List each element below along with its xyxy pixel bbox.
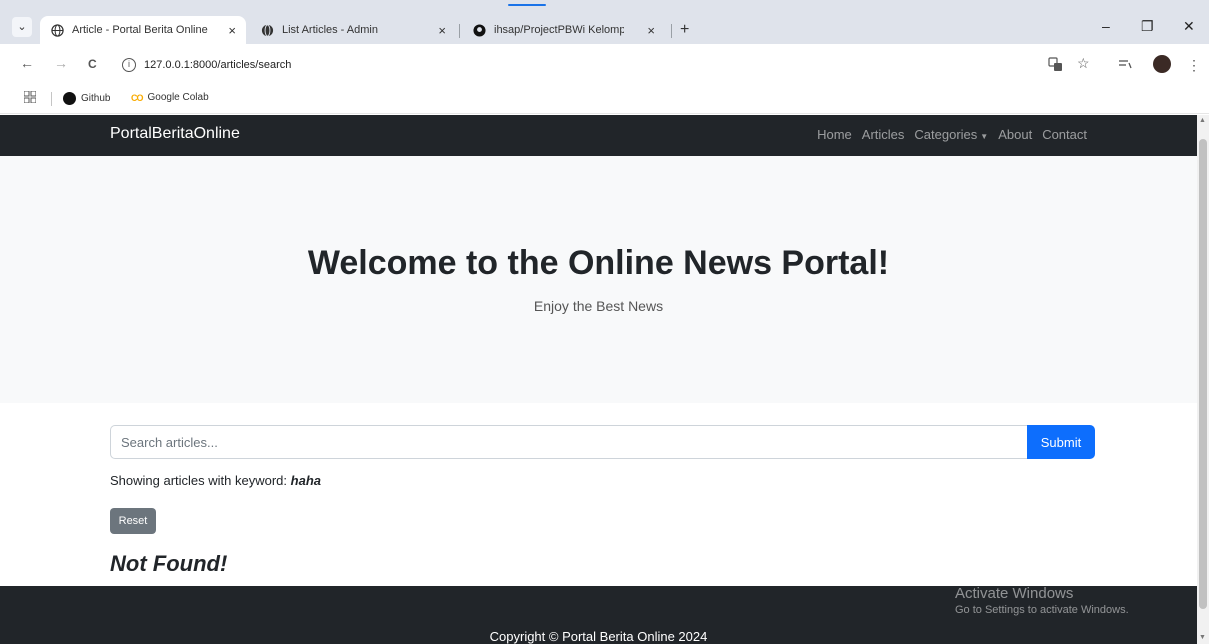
tab-title: ihsap/ProjectPBWi Kelompok 1: [494, 24, 624, 36]
watermark-subtitle: Go to Settings to activate Windows.: [955, 604, 1129, 616]
keyword-status: Showing articles with keyword: haha: [110, 473, 321, 488]
bookmark-divider: [51, 92, 52, 106]
github-icon: [63, 92, 76, 105]
nav-links: Home Articles Categories ▼ About Contact: [817, 127, 1087, 142]
back-button[interactable]: ←: [20, 55, 34, 71]
scroll-down-arrow-icon[interactable]: ▼: [1199, 634, 1206, 641]
tab-list-articles[interactable]: List Articles - Admin ×: [250, 16, 456, 44]
bookmark-star-icon[interactable]: ☆: [1077, 55, 1090, 72]
forward-button[interactable]: →: [54, 55, 68, 71]
reload-button[interactable]: C: [88, 57, 97, 71]
nav-contact[interactable]: Contact: [1042, 127, 1087, 142]
site-navbar: PortalBeritaOnline Home Articles Categor…: [0, 115, 1197, 156]
url-text[interactable]: 127.0.0.1:8000/articles/search: [144, 59, 291, 71]
apps-grid-icon[interactable]: [23, 90, 37, 106]
globe-icon: [260, 23, 274, 37]
tab-divider: [459, 24, 460, 38]
nav-categories-dropdown[interactable]: Categories ▼: [914, 127, 988, 142]
page-viewport: PortalBeritaOnline Home Articles Categor…: [0, 115, 1197, 644]
new-tab-button[interactable]: +: [680, 21, 689, 39]
nav-articles[interactable]: Articles: [862, 127, 905, 142]
tab-search-button[interactable]: ⌄: [12, 17, 32, 37]
bookmark-label: Google Colab: [147, 92, 209, 103]
bookmark-label: Github: [81, 93, 111, 104]
nav-about[interactable]: About: [998, 127, 1032, 142]
colab-icon: CO: [131, 92, 143, 103]
maximize-button[interactable]: ❐: [1141, 18, 1154, 35]
nav-home[interactable]: Home: [817, 127, 852, 142]
footer-copyright: Copyright © Portal Berita Online 2024: [489, 629, 708, 644]
hero-banner: Welcome to the Online News Portal! Enjoy…: [0, 156, 1197, 403]
reading-list-icon[interactable]: [1118, 57, 1132, 74]
tab-group-indicator: [508, 4, 546, 6]
caret-down-icon: ▼: [980, 132, 989, 141]
reset-button[interactable]: Reset: [110, 508, 156, 534]
watermark-title: Activate Windows: [955, 585, 1074, 602]
search-input[interactable]: [110, 425, 1028, 459]
navbar-brand[interactable]: PortalBeritaOnline: [110, 125, 240, 143]
tab-article-portal[interactable]: Article - Portal Berita Online ×: [40, 16, 246, 44]
globe-icon: [50, 23, 64, 37]
bookmark-github[interactable]: Github: [63, 92, 110, 105]
github-icon: [472, 23, 486, 37]
tab-title: List Articles - Admin: [282, 24, 378, 36]
close-tab-icon[interactable]: ×: [647, 23, 655, 38]
hero-title: Welcome to the Online News Portal!: [307, 244, 890, 282]
close-tab-icon[interactable]: ×: [438, 23, 446, 38]
nav-categories-label: Categories: [914, 127, 978, 142]
activate-windows-watermark: Activate Windows Go to Settings to activ…: [955, 585, 1129, 616]
close-tab-icon[interactable]: ×: [228, 23, 236, 38]
tab-github-project[interactable]: ihsap/ProjectPBWi Kelompok 1 ×: [462, 16, 667, 44]
translate-icon[interactable]: [1048, 57, 1063, 75]
minimize-button[interactable]: –: [1102, 18, 1110, 34]
tab-divider: [671, 24, 672, 38]
hero-subtitle: Enjoy the Best News: [533, 298, 664, 314]
close-window-button[interactable]: ✕: [1183, 18, 1195, 35]
keyword-prefix: Showing articles with keyword:: [110, 473, 288, 488]
tab-title: Article - Portal Berita Online: [72, 24, 208, 36]
scroll-up-arrow-icon[interactable]: ▲: [1199, 117, 1206, 124]
not-found-message: Not Found!: [110, 551, 228, 576]
menu-dots-icon[interactable]: ⋮: [1187, 57, 1201, 74]
site-info-icon[interactable]: i: [122, 58, 136, 72]
profile-avatar[interactable]: [1153, 55, 1171, 73]
bookmark-google-colab[interactable]: CO Google Colab: [131, 92, 209, 103]
submit-button[interactable]: Submit: [1027, 425, 1095, 459]
scrollbar-thumb[interactable]: [1199, 139, 1207, 609]
search-keyword: haha: [290, 473, 321, 488]
